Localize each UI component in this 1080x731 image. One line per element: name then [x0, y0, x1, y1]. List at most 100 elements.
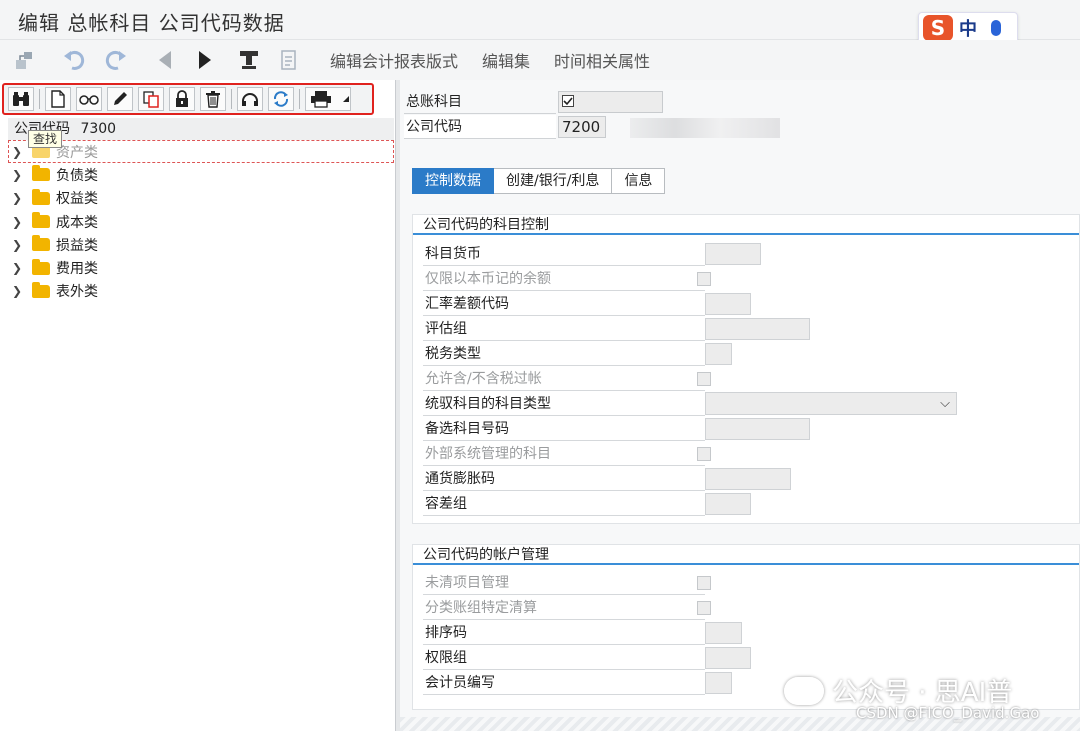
field-label: 分类账组特定清算: [423, 596, 705, 620]
field-label: 税务类型: [423, 342, 705, 366]
chevron-right-icon[interactable]: ❯: [12, 191, 26, 205]
field-label: 权限组: [423, 646, 705, 670]
field-exchange-rate-key: 汇率差额代码: [423, 292, 1073, 317]
tree-item-expenses[interactable]: ❯ 费用类: [8, 256, 394, 279]
gl-account-field[interactable]: [558, 91, 663, 113]
ime-mode[interactable]: 中: [959, 15, 977, 41]
tree-item-label: 表外类: [56, 284, 98, 301]
recon-account-type-select[interactable]: ⌵: [705, 392, 957, 415]
refresh-icon[interactable]: [268, 87, 294, 111]
field-sort-key: 排序码: [423, 621, 1073, 646]
lock-icon[interactable]: [169, 87, 195, 111]
next-icon[interactable]: [188, 45, 222, 75]
exchange-rate-key-input[interactable]: [705, 293, 751, 315]
chevron-down-icon: ⌵: [940, 396, 950, 411]
binoculars-icon[interactable]: [8, 87, 34, 111]
accounting-clerk-input[interactable]: [705, 672, 732, 694]
chevron-right-icon[interactable]: ❯: [12, 284, 26, 298]
chevron-right-icon[interactable]: ❯: [12, 215, 26, 229]
chevron-right-icon[interactable]: ❯: [12, 261, 26, 275]
field-label: 仅限以本币记的余额: [423, 267, 705, 291]
company-code-field[interactable]: 7200: [558, 116, 606, 138]
chevron-right-icon[interactable]: ❯: [12, 168, 26, 182]
field-alternative-account: 备选科目号码: [423, 417, 1073, 442]
authorization-group-input[interactable]: [705, 647, 751, 669]
tree-item-label: 资产类: [56, 144, 98, 161]
tree-item-liabilities[interactable]: ❯ 负债类: [8, 163, 394, 186]
tab-strip: 控制数据 创建/银行/利息 信息: [412, 168, 666, 194]
microphone-icon[interactable]: [991, 20, 1001, 36]
field-label: 科目货币: [423, 242, 705, 266]
field-valuation-group: 评估组: [423, 317, 1073, 342]
glasses-icon[interactable]: [76, 87, 102, 111]
tree-item-off-balance[interactable]: ❯ 表外类: [8, 280, 394, 303]
stamp-icon[interactable]: [232, 45, 266, 75]
folder-icon: [32, 165, 50, 182]
account-currency-input[interactable]: [705, 243, 761, 265]
unlock-icon[interactable]: [237, 87, 263, 111]
open-item-management-checkbox[interactable]: [697, 576, 711, 590]
field-externally-managed: 外部系统管理的科目: [423, 442, 1073, 467]
folder-icon: [32, 212, 50, 229]
group-title: 公司代码的科目控制: [413, 215, 1079, 235]
tree-item-label: 负债类: [56, 167, 98, 184]
checkbox-icon: [562, 95, 574, 107]
new-document-icon[interactable]: [45, 87, 71, 111]
only-local-currency-checkbox[interactable]: [697, 272, 711, 286]
document-icon[interactable]: [272, 45, 306, 75]
valuation-group-input[interactable]: [705, 318, 810, 340]
field-label: 容差组: [423, 492, 705, 516]
title-bar: 编辑 总帐科目 公司代码数据 S 中: [0, 0, 1080, 44]
externally-managed-checkbox[interactable]: [697, 447, 711, 461]
trash-icon[interactable]: [200, 87, 226, 111]
posting-without-tax-checkbox[interactable]: [697, 372, 711, 386]
tax-category-input[interactable]: [705, 343, 732, 365]
edit-set-button[interactable]: 编辑集: [482, 48, 530, 72]
field-posting-without-tax: 允许含/不含税过帐: [423, 367, 1073, 392]
ledger-group-clearing-checkbox[interactable]: [697, 601, 711, 615]
field-only-local-currency: 仅限以本币记的余额: [423, 267, 1073, 292]
field-ledger-group-clearing: 分类账组特定清算: [423, 596, 1073, 621]
chevron-right-icon[interactable]: ❯: [12, 238, 26, 252]
copy-icon[interactable]: [138, 87, 164, 111]
pencil-icon[interactable]: [107, 87, 133, 111]
tree-icon[interactable]: [8, 45, 42, 75]
time-dependent-attributes-button[interactable]: 时间相关属性: [554, 48, 650, 72]
folder-icon: [32, 258, 50, 275]
field-open-item-management: 未清项目管理: [423, 571, 1073, 596]
folder-icon: [32, 281, 50, 298]
print-icon[interactable]: [305, 87, 351, 111]
tree-item-equity[interactable]: ❯ 权益类: [8, 187, 394, 210]
inflation-key-input[interactable]: [705, 468, 791, 490]
field-label: 允许含/不含税过帐: [423, 367, 705, 391]
alternative-account-input[interactable]: [705, 418, 810, 440]
prev-icon[interactable]: [148, 45, 182, 75]
sort-key-input[interactable]: [705, 622, 742, 644]
field-tax-category: 税务类型: [423, 342, 1073, 367]
application-toolbar: 编辑会计报表版式 编辑集 时间相关属性: [0, 40, 1080, 80]
undo-icon[interactable]: [58, 45, 92, 75]
tree-item-label: 损益类: [56, 237, 98, 254]
tolerance-group-input[interactable]: [705, 493, 751, 515]
tree-item-cost[interactable]: ❯ 成本类: [8, 210, 394, 233]
redo-icon[interactable]: [98, 45, 132, 75]
tree-header: 公司代码 7300: [8, 118, 394, 140]
tree-item-profit-loss[interactable]: ❯ 损益类: [8, 233, 394, 256]
tab-control-data[interactable]: 控制数据: [412, 168, 494, 194]
folder-icon: [32, 188, 50, 205]
tree-item-label: 成本类: [56, 214, 98, 231]
tree-item-label: 权益类: [56, 191, 98, 208]
tree-item-assets[interactable]: ❯ 资产类: [8, 140, 394, 164]
folder-icon: [32, 235, 50, 252]
field-authorization-group: 权限组: [423, 646, 1073, 671]
edit-report-layout-button[interactable]: 编辑会计报表版式: [330, 48, 458, 72]
tree-item-label: 费用类: [56, 261, 98, 278]
toolbar-separator: [231, 89, 232, 109]
field-label: 通货膨胀码: [423, 467, 705, 491]
detail-panel: 总账科目 公司代码 7200 控制数据 创建/银行/利息 信息 公司代码的科目控…: [400, 80, 1080, 731]
chevron-right-icon[interactable]: ❯: [12, 145, 26, 159]
tab-create-bank-interest[interactable]: 创建/银行/利息: [494, 168, 613, 194]
field-label: 备选科目号码: [423, 417, 705, 441]
tab-info[interactable]: 信息: [612, 168, 666, 194]
tree-toolbar: [2, 83, 374, 115]
